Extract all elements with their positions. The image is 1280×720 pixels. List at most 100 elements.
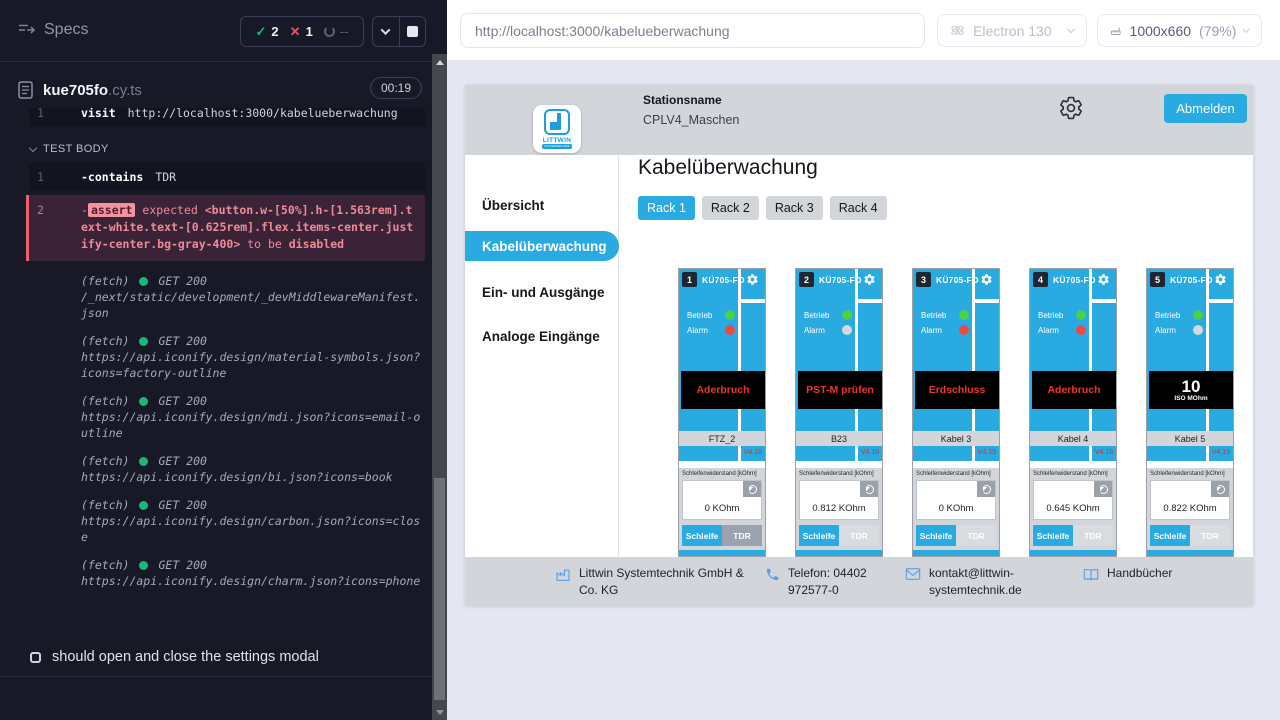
resistance-value-box: 0.822 KOhm — [1150, 480, 1230, 520]
command-arg: TDR — [155, 170, 176, 184]
resistance-panel: Schleifenwiderstand [kOhm] 0.645 KOhm Sc… — [1030, 468, 1116, 550]
card-settings-gear-icon[interactable] — [746, 273, 759, 286]
app-sidebar: Übersicht Kabelüberwachung Ein- und Ausg… — [465, 155, 619, 605]
chevron-down-icon — [29, 143, 37, 151]
status-ok-dot-icon — [139, 501, 148, 510]
settings-gear-icon[interactable] — [1058, 95, 1084, 121]
ruler-icon — [1110, 23, 1122, 39]
app-header: LITTWIN SYSTEMTECHNIK Stationsname CPLV4… — [465, 85, 1253, 155]
tab-rack-3[interactable]: Rack 3 — [766, 196, 823, 220]
tdr-button[interactable]: TDR — [722, 525, 762, 546]
slot-number-badge: 1 — [682, 272, 697, 287]
tab-rack-1[interactable]: Rack 1 — [638, 196, 695, 220]
status-display: Erdschluss — [915, 371, 999, 409]
scroll-up-arrow-icon[interactable] — [436, 60, 444, 65]
measure-buttons: Schleife TDR — [916, 525, 996, 546]
footer-manuals[interactable]: Handbücher — [1083, 565, 1172, 583]
resistance-value-box: 0.645 KOhm — [1033, 480, 1113, 520]
slot-number-badge: 4 — [1033, 272, 1048, 287]
collapse-button[interactable] — [373, 17, 399, 46]
spec-duration-badge: 00:19 — [370, 77, 422, 99]
contains-command-row[interactable]: 1 -containsTDR — [29, 163, 425, 191]
status-display: 10ISO MOhm — [1149, 371, 1233, 409]
card-settings-gear-icon[interactable] — [1097, 273, 1110, 286]
schleife-button[interactable]: Schleife — [916, 525, 956, 546]
scrollbar-track[interactable] — [432, 54, 447, 720]
refresh-button[interactable] — [977, 481, 995, 497]
fetch-url: /_next/static/development/_devMiddleware… — [81, 289, 425, 321]
chevron-down-icon — [1243, 25, 1250, 32]
footer-email[interactable]: kontakt@littwin-systemtechnik.de — [905, 565, 1055, 599]
tdr-button-disabled[interactable]: TDR — [956, 525, 996, 546]
reporter-scrollbar[interactable] — [432, 0, 447, 720]
logout-button[interactable]: Abmelden — [1164, 94, 1247, 123]
resistance-panel: Schleifenwiderstand [kOhm] 0 KOhm Schlei… — [913, 468, 999, 550]
fetch-url: https://api.iconify.design/mdi.json?icon… — [81, 409, 425, 441]
specs-toggle[interactable]: Specs — [18, 21, 88, 39]
stop-icon — [407, 26, 418, 37]
app-main: Kabelüberwachung Rack 1 Rack 2 Rack 3 Ra… — [620, 155, 1253, 605]
stop-button[interactable] — [399, 17, 426, 46]
spec-extension: .cy.ts — [108, 82, 142, 99]
fetch-log-entry[interactable]: (fetch)GET 200 https://api.iconify.desig… — [81, 453, 425, 485]
scrollbar-thumb[interactable] — [434, 478, 445, 700]
alarm-led-gray — [842, 325, 852, 335]
fetch-log-entry[interactable]: (fetch)GET 200 https://api.iconify.desig… — [81, 557, 425, 589]
sidebar-item-uebersicht[interactable]: Übersicht — [482, 198, 544, 213]
phone-icon — [765, 567, 780, 582]
fetch-url: https://api.iconify.design/bi.json?icons… — [81, 469, 425, 485]
rack-tabs: Rack 1 Rack 2 Rack 3 Rack 4 — [638, 196, 887, 220]
url-input[interactable]: http://localhost:3000/kabelueberwachung — [460, 13, 925, 48]
status-ok-dot-icon — [139, 337, 148, 346]
schleife-button[interactable]: Schleife — [1033, 525, 1073, 546]
schleife-button[interactable]: Schleife — [799, 525, 839, 546]
tab-rack-2[interactable]: Rack 2 — [702, 196, 759, 220]
card-settings-gear-icon[interactable] — [980, 273, 993, 286]
spec-file-row[interactable]: kue705fo.cy.ts 00:19 — [0, 74, 432, 106]
assert-failed-row[interactable]: 2 -assert expected <button.w-[50%].h-[1.… — [26, 195, 425, 261]
refresh-button[interactable] — [1094, 481, 1112, 497]
refresh-icon — [982, 485, 991, 494]
fetch-log-entry[interactable]: (fetch)GET 200 https://api.iconify.desig… — [81, 497, 425, 545]
fetch-log-entry[interactable]: (fetch)GET 200 https://api.iconify.desig… — [81, 333, 425, 381]
sidebar-item-ein-und-ausgaenge[interactable]: Ein- und Ausgänge — [482, 285, 605, 300]
email-icon — [905, 567, 921, 581]
chevron-down-icon — [381, 25, 391, 35]
tdr-button-disabled[interactable]: TDR — [1190, 525, 1230, 546]
device-model: KÜ705-FO — [702, 275, 745, 285]
refresh-button[interactable] — [743, 481, 761, 497]
fetch-log-entry[interactable]: (fetch)GET 200 /_next/static/development… — [81, 273, 425, 321]
refresh-button[interactable] — [860, 481, 878, 497]
tdr-button-disabled[interactable]: TDR — [1073, 525, 1113, 546]
tab-rack-4[interactable]: Rack 4 — [830, 196, 887, 220]
tdr-button-disabled[interactable]: TDR — [839, 525, 879, 546]
viewport-select[interactable]: 1000x660 (79%) — [1097, 14, 1262, 47]
fetch-log-entry[interactable]: (fetch)GET 200 https://api.iconify.desig… — [81, 393, 425, 441]
card-settings-gear-icon[interactable] — [863, 273, 876, 286]
resistance-value-box: 0 KOhm — [682, 480, 762, 520]
alarm-led-gray — [1193, 325, 1203, 335]
betrieb-row: Betrieb — [1038, 310, 1086, 320]
pending-test-row[interactable]: should open and close the settings modal — [30, 649, 319, 665]
schleife-button[interactable]: Schleife — [682, 525, 722, 546]
command-arg: http://localhost:3000/kabelueberwachung — [128, 108, 398, 120]
slot-number-badge: 2 — [799, 272, 814, 287]
firmware-version: V4.19 — [1095, 449, 1113, 456]
command-name: visit — [81, 108, 116, 120]
resistance-value-box: 0 KOhm — [916, 480, 996, 520]
test-body-section[interactable]: TEST BODY — [30, 143, 425, 155]
refresh-icon — [1216, 485, 1225, 494]
schleife-button[interactable]: Schleife — [1150, 525, 1190, 546]
card-settings-gear-icon[interactable] — [1214, 273, 1227, 286]
browser-select[interactable]: Electron 130 — [937, 14, 1087, 47]
assert-badge: assert — [88, 203, 136, 217]
cable-name: Kabel 5 — [1147, 431, 1233, 446]
sidebar-item-analoge-eingaenge[interactable]: Analoge Eingänge — [482, 329, 600, 344]
scroll-down-arrow-icon[interactable] — [436, 710, 444, 715]
electron-icon — [950, 23, 965, 38]
sidebar-item-kabelueberwachung[interactable]: Kabelüberwachung — [465, 231, 619, 261]
refresh-button[interactable] — [1211, 481, 1229, 497]
firmware-version: V4.19 — [861, 449, 879, 456]
visit-command-row[interactable]: 1 visithttp://localhost:3000/kabelueberw… — [29, 108, 425, 127]
alarm-led-red — [725, 325, 735, 335]
